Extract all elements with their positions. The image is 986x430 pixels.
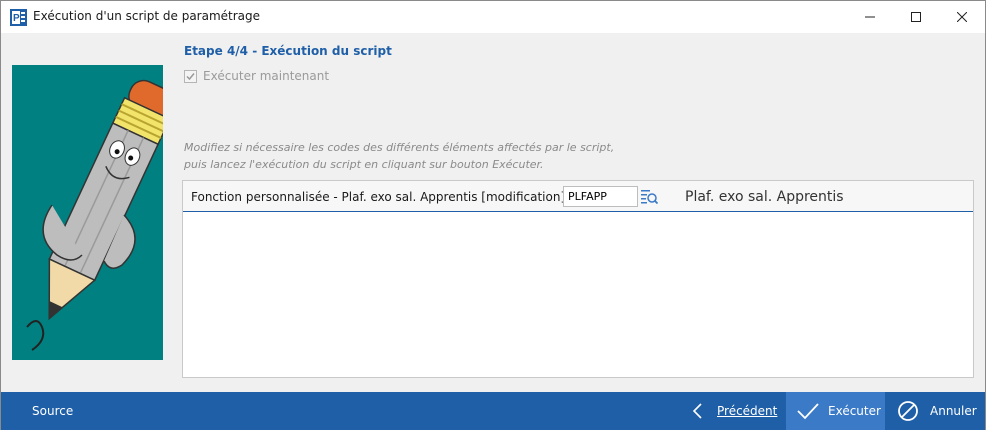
pencil-mascot-illustration: [12, 65, 175, 360]
source-button[interactable]: Source: [32, 404, 73, 418]
execute-label: Exécuter: [828, 404, 881, 418]
checkmark-icon: [186, 72, 195, 80]
instructions-line-2: puis lancez l'exécution du script en cli…: [184, 158, 544, 171]
element-code-input[interactable]: [563, 186, 638, 207]
close-icon: [957, 12, 967, 22]
pencil-mascot-icon: [26, 79, 175, 351]
lookup-icon[interactable]: [640, 188, 658, 206]
previous-label: Précédent: [717, 404, 778, 418]
footer-bar: Source Précédent Exécuter Annuler: [1, 392, 985, 430]
elements-panel: Fonction personnalisée - Plaf. exo sal. …: [182, 180, 974, 378]
maximize-button[interactable]: [893, 1, 939, 33]
app-icon: P: [10, 9, 27, 26]
script-execution-window: P Exécution d'un script de paramétrage E…: [0, 0, 986, 430]
run-now-row: Exécuter maintenant: [184, 69, 329, 83]
execute-button[interactable]: Exécuter: [786, 392, 885, 430]
cancel-icon: [898, 401, 918, 421]
title-bar: P Exécution d'un script de paramétrage: [1, 1, 985, 33]
element-row: Fonction personnalisée - Plaf. exo sal. …: [183, 181, 973, 212]
element-label: Fonction personnalisée - Plaf. exo sal. …: [191, 190, 566, 204]
close-button[interactable]: [939, 1, 985, 33]
element-description: Plaf. exo sal. Apprentis: [685, 189, 844, 205]
svg-text:P: P: [13, 13, 20, 24]
run-now-label: Exécuter maintenant: [203, 69, 330, 83]
maximize-icon: [911, 12, 921, 22]
chevron-left-icon: [692, 403, 702, 419]
cancel-label: Annuler: [930, 404, 977, 418]
step-title: Etape 4/4 - Exécution du script: [184, 44, 392, 58]
run-now-checkbox[interactable]: [184, 69, 197, 83]
previous-button[interactable]: Précédent: [687, 392, 785, 430]
minimize-button[interactable]: [847, 1, 893, 33]
cancel-button[interactable]: Annuler: [887, 392, 985, 430]
checkmark-icon: [797, 403, 819, 420]
instructions-line-1: Modifiez si nécessaire les codes des dif…: [184, 141, 615, 154]
instructions-text: Modifiez si nécessaire les codes des dif…: [184, 139, 614, 173]
minimize-icon: [865, 16, 875, 18]
window-title: Exécution d'un script de paramétrage: [33, 9, 261, 23]
